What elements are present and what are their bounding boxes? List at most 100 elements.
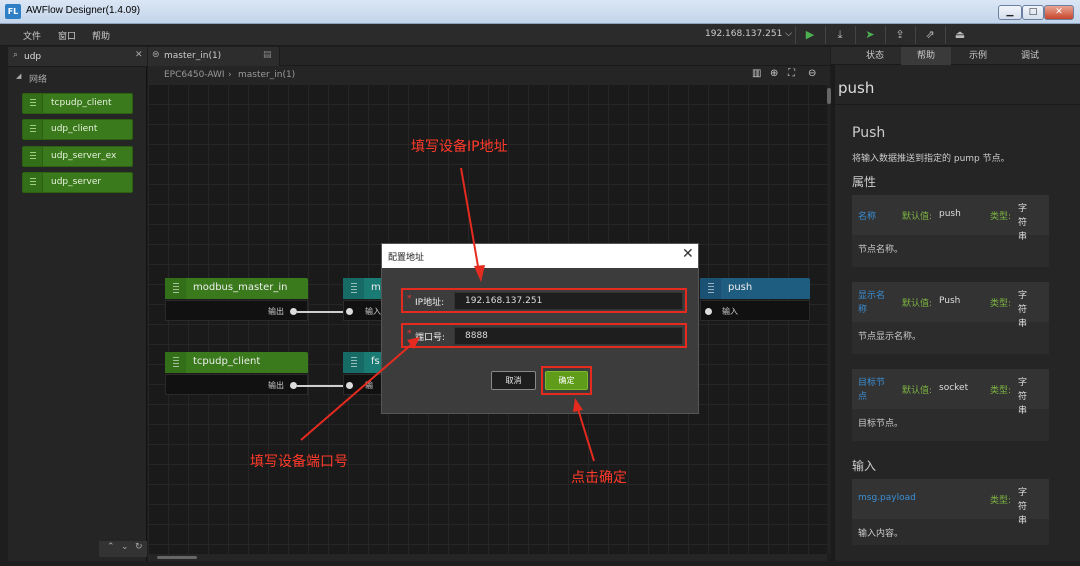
type-label: 类型:	[990, 496, 1012, 506]
property-description: 节点显示名称。	[858, 332, 922, 342]
edit-icon[interactable]: ▤	[263, 50, 272, 60]
tab-debug[interactable]: 调试	[1005, 47, 1055, 65]
menu-help[interactable]: 帮助	[92, 29, 110, 42]
window-titlebar: FL AWFlow Designer(1.4.09) ▁ □ ✕	[0, 0, 1080, 24]
input-port[interactable]	[346, 382, 353, 389]
collapse-all-icon[interactable]: ⌃	[107, 542, 115, 552]
search-input[interactable]	[24, 49, 124, 65]
fit-screen-icon[interactable]: ⛶	[788, 68, 795, 79]
menu-file[interactable]: 文件	[23, 29, 41, 42]
required-mark: *	[407, 329, 412, 339]
menu-window[interactable]: 窗口	[58, 29, 76, 42]
default-value: socket	[939, 383, 969, 393]
tab-status[interactable]: 状态	[850, 47, 900, 65]
ip-field-row: * IP地址:	[401, 288, 687, 313]
type-label: 类型:	[990, 386, 1012, 396]
property-label: 目标节点	[858, 378, 886, 402]
port-in-label: 输入	[722, 307, 738, 316]
deploy-icon[interactable]: ➤	[862, 27, 878, 43]
zoom-out-icon[interactable]: ⊖	[808, 68, 816, 79]
output-port[interactable]	[290, 382, 297, 389]
toolbar-separator	[885, 26, 886, 44]
output-port[interactable]	[290, 308, 297, 315]
ip-address-input[interactable]	[454, 292, 683, 310]
palette-node-label: udp_client	[51, 124, 98, 134]
toolbar-separator	[795, 26, 796, 44]
type-label: 类型:	[990, 299, 1012, 309]
upload-icon[interactable]: ⇪	[892, 27, 908, 43]
breadcrumb-device[interactable]: EPC6450-AWI	[164, 70, 225, 80]
tab-master-in[interactable]: ⊜ master_in(1) ▤	[148, 47, 280, 66]
ok-button[interactable]: 确定	[545, 371, 588, 390]
toolbar-separator	[945, 26, 946, 44]
play-icon[interactable]: ▶	[802, 27, 818, 43]
minimize-button[interactable]: ▁	[998, 5, 1022, 20]
cancel-button[interactable]: 取消	[491, 371, 536, 390]
caret-down-icon: ◢	[16, 72, 22, 80]
palette-node-udp-server[interactable]: udp_server	[22, 172, 133, 193]
ip-label: IP地址:	[415, 298, 445, 308]
stop-icon[interactable]: ⏏	[952, 27, 968, 43]
default-label: 默认值:	[902, 386, 933, 396]
port-out-label: 输出	[268, 307, 284, 316]
port-label: 端口号:	[415, 333, 446, 343]
type-value: 字符串	[1018, 488, 1028, 526]
node-grip-icon	[23, 147, 43, 166]
flow-node-tcpudp-client[interactable]: tcpudp_client	[165, 352, 308, 395]
input-port[interactable]	[705, 308, 712, 315]
node-grip-icon	[23, 120, 43, 139]
clear-icon[interactable]: ✕	[135, 50, 143, 60]
default-label: 默认值:	[902, 299, 933, 309]
port-in-label: 输	[365, 381, 373, 390]
flow-node-label: push	[728, 282, 753, 293]
search-icon: ⌕	[13, 50, 19, 60]
properties-heading: 属性	[852, 175, 877, 189]
input-heading: 输入	[852, 459, 877, 473]
device-ip-select[interactable]: 192.168.137.251 ⌵	[705, 29, 792, 39]
tab-help[interactable]: 帮助	[901, 47, 951, 65]
palette-node-udp-client[interactable]: udp_client	[22, 119, 133, 140]
flow-node-modbus-master-in[interactable]: modbus_master_in	[165, 278, 308, 321]
default-value: Push	[939, 296, 961, 306]
breadcrumb-separator: ›	[228, 70, 232, 80]
export-icon[interactable]: ⇗	[922, 27, 938, 43]
port-field-row: * 端口号:	[401, 323, 687, 348]
category-network[interactable]: ◢ 网络	[8, 69, 147, 87]
toolbar-separator	[825, 26, 826, 44]
input-payload: msg.payload 类型: 字符串 输入内容。	[852, 479, 1049, 545]
zoom-in-icon[interactable]: ⊕	[770, 68, 778, 79]
expand-all-icon[interactable]: ⌄	[121, 542, 129, 552]
map-icon[interactable]: ▥	[752, 68, 761, 79]
close-button[interactable]: ✕	[1044, 5, 1074, 20]
annotation-ok: 点击确定	[571, 470, 627, 486]
canvas-hscroll-thumb[interactable]	[157, 556, 197, 559]
download-icon[interactable]: ⤓	[832, 27, 848, 43]
type-label: 类型:	[990, 212, 1012, 222]
refresh-icon[interactable]: ↻	[135, 542, 143, 552]
window-title: AWFlow Designer(1.4.09)	[26, 5, 141, 16]
tab-examples[interactable]: 示例	[953, 47, 1003, 65]
close-icon[interactable]: ✕	[682, 246, 694, 262]
required-mark: *	[407, 294, 412, 304]
property-label: 名称	[858, 212, 877, 222]
palette-node-udp-server-ex[interactable]: udp_server_ex	[22, 146, 133, 167]
node-grip-icon	[343, 352, 364, 373]
canvas-horizontal-scrollbar[interactable]	[148, 554, 827, 561]
wire[interactable]	[297, 311, 346, 313]
help-heading: Push	[852, 125, 886, 141]
maximize-button[interactable]: □	[1022, 5, 1044, 20]
port-input[interactable]	[454, 327, 683, 345]
palette-node-tcpudp-client[interactable]: tcpudp_client	[22, 93, 133, 114]
property-name: 名称 默认值: push 类型: 字符串 节点名称。	[852, 195, 1049, 267]
info-scrollbar[interactable]	[831, 65, 835, 561]
wire[interactable]	[297, 385, 346, 387]
input-port[interactable]	[346, 308, 353, 315]
info-panel: 状态 帮助 示例 调试 push Push 将输入数据推送到指定的 pump 节…	[831, 47, 1080, 561]
palette-search: ⌕ ✕	[8, 47, 147, 67]
property-target-node: 目标节点 默认值: socket 类型: 字符串 目标节点。	[852, 369, 1049, 441]
breadcrumb-flow[interactable]: master_in(1)	[238, 70, 295, 80]
type-value: 字符串	[1018, 291, 1028, 329]
menu-bar: 文件 窗口 帮助 192.168.137.251 ⌵ ▶ ⤓ ➤ ⇪ ⇗ ⏏	[0, 24, 1080, 46]
flow-node-push[interactable]: push	[700, 278, 810, 321]
flow-node-label: fs	[371, 356, 380, 367]
